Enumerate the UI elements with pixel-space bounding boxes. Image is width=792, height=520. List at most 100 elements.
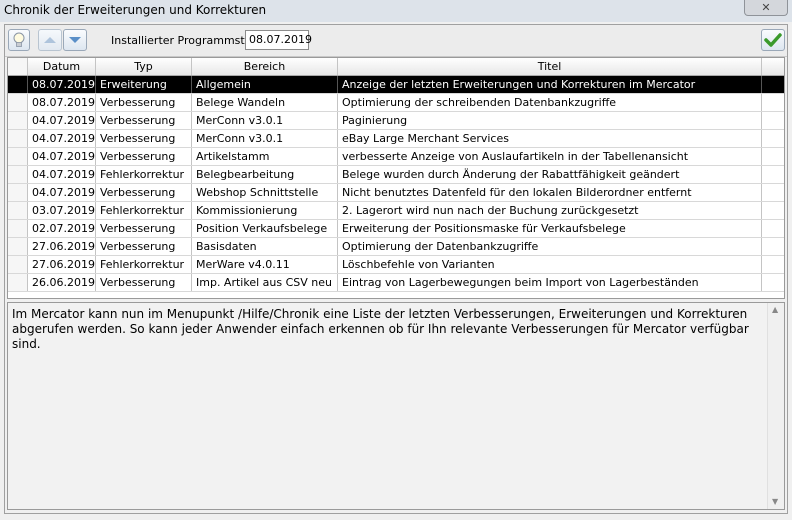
table-row[interactable]: 08.07.2019 Verbesserung Belege Wandeln Opti…	[8, 94, 784, 112]
column-header-typ[interactable]: Typ	[96, 58, 192, 75]
table-row-empty[interactable]	[8, 292, 784, 298]
version-field[interactable]: 08.07.2019	[245, 30, 312, 50]
table-row[interactable]: 27.06.2019 Verbesserung Basisdaten Optimier…	[8, 238, 784, 256]
cell-titel: Belege wurden durch Änderung der Rabattf…	[338, 166, 762, 183]
cell-titel: Optimierung der Datenbankzugriffe	[338, 238, 762, 255]
column-header-filler	[762, 58, 784, 75]
cell-titel: Löschbefehle von Varianten	[338, 256, 762, 273]
cell-titel: Nicht benutztes Datenfeld für den lokale…	[338, 184, 762, 201]
cell-typ: Fehlerkorrektur	[96, 166, 192, 183]
description-scrollbar[interactable]: ▲ ▼	[767, 303, 784, 509]
move-down-button[interactable]	[63, 29, 87, 51]
scroll-up-icon[interactable]: ▲	[772, 305, 778, 314]
table-row[interactable]: 04.07.2019 Fehlerkorrektur Belegbearbeitun…	[8, 166, 784, 184]
cell-filler	[762, 76, 784, 93]
cell-filler	[762, 94, 784, 111]
cell-bereich: Belegbearbeitung	[192, 166, 338, 183]
table-row[interactable]: 26.06.2019 Verbesserung Imp. Artikel aus C…	[8, 274, 784, 292]
table-header: Datum Typ Bereich Titel	[8, 58, 784, 76]
row-indicator	[8, 94, 28, 111]
scroll-down-icon[interactable]: ▼	[772, 497, 778, 506]
cell-typ: Verbesserung	[96, 148, 192, 165]
cell-bereich: Basisdaten	[192, 238, 338, 255]
table-row[interactable]: 02.07.2019 Verbesserung Position Verkaufsb…	[8, 220, 784, 238]
changelog-table[interactable]: Datum Typ Bereich Titel 08.07.2019 Erweit…	[7, 57, 785, 299]
table-row[interactable]: 03.07.2019 Fehlerkorrektur Kommissionierun…	[8, 202, 784, 220]
table-row[interactable]: 08.07.2019 Erweiterung Allgemein Anzeige de…	[8, 76, 784, 94]
cell-datum: 27.06.2019	[28, 238, 96, 255]
row-indicator	[8, 238, 28, 255]
cell-typ: Verbesserung	[96, 130, 192, 147]
row-indicator	[8, 184, 28, 201]
table-row[interactable]: 27.06.2019 Fehlerkorrektur MerWare v4.0.11…	[8, 256, 784, 274]
cell-bereich: Artikelstamm	[192, 148, 338, 165]
row-indicator	[8, 76, 28, 93]
close-button[interactable]: ✕	[744, 0, 788, 16]
cell-typ: Verbesserung	[96, 184, 192, 201]
cell-titel: Eintrag von Lagerbewegungen beim Import …	[338, 274, 762, 291]
table-row[interactable]: 04.07.2019 Verbesserung MerConn v3.0.1 eBay…	[8, 130, 784, 148]
row-indicator	[8, 202, 28, 219]
cell-datum: 27.06.2019	[28, 256, 96, 273]
cell-titel: Anzeige der letzten Erweiterungen und Ko…	[338, 76, 762, 93]
description-panel[interactable]: Im Mercator kann nun im Menupunkt /Hilfe…	[7, 302, 785, 510]
cell-filler	[762, 220, 784, 237]
row-indicator	[8, 166, 28, 183]
cell-bereich: MerConn v3.0.1	[192, 112, 338, 129]
cell-datum: 04.07.2019	[28, 184, 96, 201]
cell-filler	[762, 202, 784, 219]
cell-datum: 26.06.2019	[28, 274, 96, 291]
arrow-down-icon	[69, 37, 81, 43]
cell-typ: Erweiterung	[96, 76, 192, 93]
arrow-up-icon	[44, 37, 56, 43]
confirm-button[interactable]	[761, 29, 785, 51]
row-indicator	[8, 148, 28, 165]
cell-typ: Verbesserung	[96, 94, 192, 111]
row-indicator	[8, 256, 28, 273]
cell-filler	[762, 112, 784, 129]
cell-bereich: Belege Wandeln	[192, 94, 338, 111]
cell-filler	[762, 256, 784, 273]
cell-typ: Verbesserung	[96, 112, 192, 129]
lightbulb-icon	[13, 32, 25, 47]
row-indicator	[8, 220, 28, 237]
cell-bereich: Imp. Artikel aus CSV neu	[192, 274, 338, 291]
column-header-titel[interactable]: Titel	[338, 58, 762, 75]
title-bar: Chronik der Erweiterungen und Korrekture…	[0, 0, 792, 22]
description-text: Im Mercator kann nun im Menupunkt /Hilfe…	[12, 307, 749, 351]
row-indicator	[8, 130, 28, 147]
cell-datum: 03.07.2019	[28, 202, 96, 219]
table-row[interactable]: 04.07.2019 Verbesserung Webshop Schnittste…	[8, 184, 784, 202]
cell-datum: 04.07.2019	[28, 166, 96, 183]
column-header-datum[interactable]: Datum	[28, 58, 96, 75]
cell-datum: 04.07.2019	[28, 112, 96, 129]
move-up-button[interactable]	[38, 29, 62, 51]
cell-filler	[762, 184, 784, 201]
cell-typ: Verbesserung	[96, 274, 192, 291]
cell-titel: Erweiterung der Positionsmaske für Verka…	[338, 220, 762, 237]
cell-titel: Paginierung	[338, 112, 762, 129]
row-indicator	[8, 274, 28, 291]
cell-bereich: MerWare v4.0.11	[192, 256, 338, 273]
cell-bereich: MerConn v3.0.1	[192, 130, 338, 147]
cell-datum: 04.07.2019	[28, 148, 96, 165]
cell-bereich: Webshop Schnittstelle	[192, 184, 338, 201]
cell-filler	[762, 148, 784, 165]
cell-filler	[762, 274, 784, 291]
row-indicator-header	[8, 58, 28, 75]
cell-titel: eBay Large Merchant Services	[338, 130, 762, 147]
table-row[interactable]: 04.07.2019 Verbesserung Artikelstamm verbes…	[8, 148, 784, 166]
lightbulb-button[interactable]	[8, 29, 30, 51]
column-header-bereich[interactable]: Bereich	[192, 58, 338, 75]
cell-typ: Fehlerkorrektur	[96, 202, 192, 219]
close-icon: ✕	[761, 1, 771, 14]
checkmark-icon	[764, 33, 782, 47]
cell-typ: Verbesserung	[96, 238, 192, 255]
cell-filler	[762, 166, 784, 183]
cell-bereich: Kommissionierung	[192, 202, 338, 219]
cell-datum: 08.07.2019	[28, 76, 96, 93]
table-row[interactable]: 04.07.2019 Verbesserung MerConn v3.0.1 Pagi…	[8, 112, 784, 130]
window-title: Chronik der Erweiterungen und Korrekture…	[4, 3, 267, 17]
cell-filler	[762, 130, 784, 147]
cell-bereich: Allgemein	[192, 76, 338, 93]
